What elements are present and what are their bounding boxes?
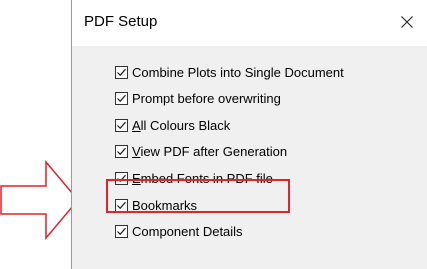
checkbox-label: Combine Plots into Single Document [132, 64, 344, 80]
checkbox-component-details[interactable]: Component Details [115, 222, 243, 242]
checkbox-label: Prompt before overwriting [132, 91, 281, 107]
mnemonic-letter: E [132, 170, 141, 186]
checkmark-icon [117, 68, 126, 76]
checkmark-icon [117, 227, 126, 236]
dialog-title-bar: PDF Setup [72, 0, 427, 46]
right-arrow-icon [0, 160, 79, 240]
checkbox-all-colours-black[interactable]: All Colours Black [115, 115, 230, 135]
close-icon [401, 16, 413, 28]
checkbox-box[interactable] [115, 118, 128, 132]
checkbox-box[interactable] [115, 198, 128, 212]
mnemonic-letter: A [132, 117, 141, 133]
checkmark-icon [117, 148, 126, 156]
dialog-content: Combine Plots into Single Document Prompt… [72, 46, 427, 269]
checkbox-bookmarks[interactable]: Bookmarks [115, 195, 197, 215]
checkbox-embed-fonts[interactable]: Embed Fonts in PDF file [115, 168, 273, 188]
checkbox-label: View PDF after Generation [132, 144, 288, 160]
checkbox-prompt-overwrite[interactable]: Prompt before overwriting [115, 89, 281, 109]
pdf-setup-dialog: PDF Setup Combine Plots into Single Docu… [71, 0, 427, 269]
dialog-title: PDF Setup [84, 13, 158, 30]
checkbox-label: All Colours Black [132, 117, 231, 133]
checkbox-box[interactable] [115, 225, 128, 239]
checkbox-box[interactable] [115, 171, 128, 185]
checkbox-box[interactable] [115, 145, 128, 159]
checkbox-box[interactable] [115, 65, 128, 79]
mnemonic-letter: V [132, 144, 141, 160]
checkbox-label: Bookmarks [132, 197, 198, 213]
checkbox-label: Embed Fonts in PDF file [132, 170, 273, 186]
checkbox-label: Component Details [132, 224, 243, 240]
screenshot-stage: PDF Setup Combine Plots into Single Docu… [0, 0, 427, 269]
checkbox-box[interactable] [115, 92, 128, 106]
close-button[interactable] [387, 6, 427, 38]
checkmark-icon [117, 174, 126, 182]
checkmark-icon [117, 94, 126, 103]
checkbox-view-pdf[interactable]: View PDF after Generation [115, 142, 287, 162]
checkmark-icon [117, 201, 126, 209]
checkbox-combine-plots[interactable]: Combine Plots into Single Document [115, 62, 344, 82]
checkmark-icon [117, 121, 126, 129]
